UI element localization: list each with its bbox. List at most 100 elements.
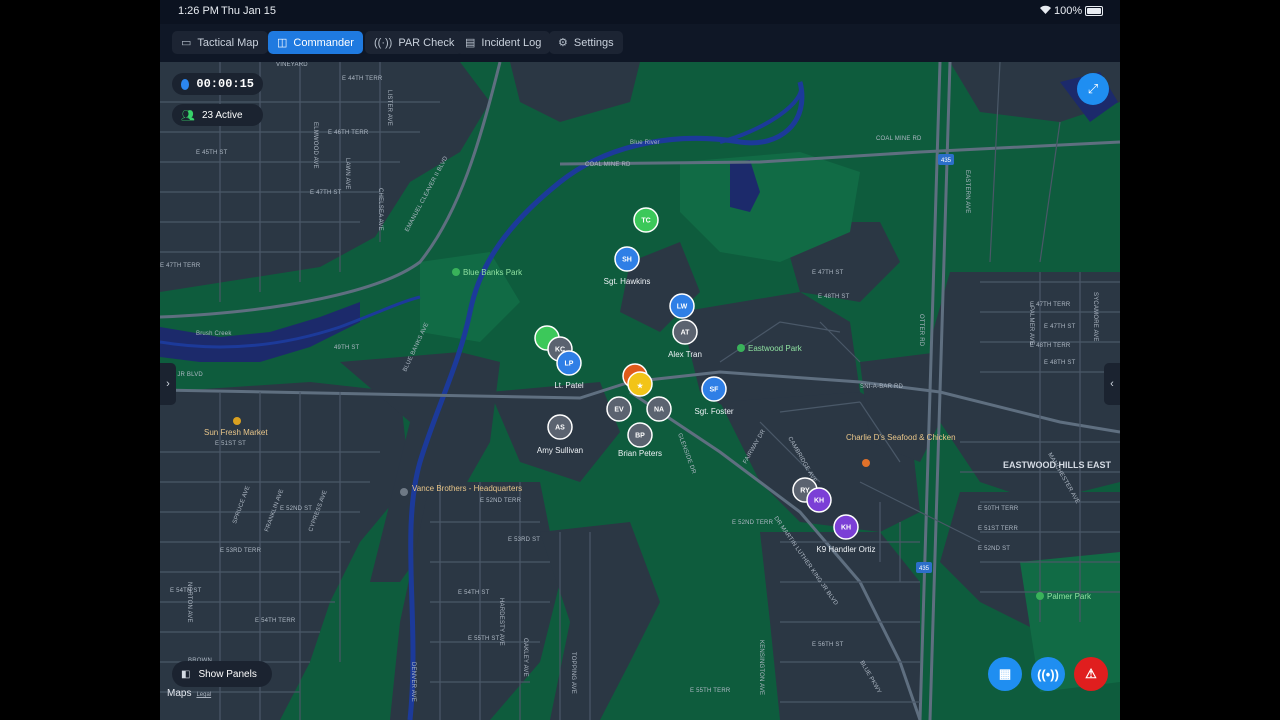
tactical-map[interactable]: 435 435 VINEYARD E 44TH TERR E 45TH ST E…	[160, 62, 1120, 720]
unit-initials: SF	[710, 387, 720, 394]
svg-text:Blue River: Blue River	[630, 140, 660, 146]
alert-triangle-icon: ⚠	[1085, 666, 1097, 681]
qr-code-button[interactable]: ▦	[988, 657, 1022, 691]
svg-text:E 52ND ST: E 52ND ST	[280, 506, 312, 512]
unit-initials: NA	[654, 407, 664, 414]
maps-text: Maps	[167, 688, 192, 699]
unit-initials: KH	[814, 498, 824, 505]
highway-shield: 435	[938, 154, 954, 165]
emergency-alert-button[interactable]: ⚠	[1074, 657, 1108, 691]
svg-text:E 48TH ST: E 48TH ST	[818, 294, 850, 300]
svg-text:E 55TH TERR: E 55TH TERR	[690, 688, 731, 694]
tab-tactical-map[interactable]: ▭ Tactical Map	[172, 31, 268, 54]
svg-text:E 47TH TERR: E 47TH TERR	[1030, 302, 1071, 308]
svg-text:E 50TH TERR: E 50TH TERR	[978, 506, 1019, 512]
elapsed-timer: 00:00:15	[172, 73, 263, 95]
tab-label: PAR Check	[398, 36, 455, 49]
people-icon: 👥︎	[181, 109, 195, 122]
ipad-screen: 1:26 PM Thu Jan 15 100% ▭ Tactical Map ◫…	[160, 0, 1120, 720]
svg-text:VINEYARD: VINEYARD	[276, 62, 308, 68]
wifi-icon	[1040, 5, 1051, 17]
unit-marker[interactable]: NA	[646, 396, 672, 422]
unit-marker[interactable]: TC	[633, 207, 659, 233]
unit-name-label: Brian Peters	[618, 449, 662, 458]
svg-text:E 51ST ST: E 51ST ST	[215, 441, 246, 447]
commander-panel-icon: ◫	[277, 37, 288, 49]
svg-text:LAWN AVE: LAWN AVE	[344, 158, 350, 190]
svg-text:435: 435	[941, 158, 952, 164]
svg-text:E 56TH ST: E 56TH ST	[812, 642, 844, 648]
show-panels-button[interactable]: ◧ Show Panels	[172, 661, 272, 687]
chevron-right-icon: ›	[166, 378, 170, 390]
poi-blue-banks-park[interactable]: Blue Banks Park	[452, 268, 523, 277]
svg-text:HARDESTY AVE: HARDESTY AVE	[498, 598, 504, 646]
svg-text:435: 435	[919, 566, 930, 572]
sidebar-icon: ◧	[181, 668, 191, 680]
tab-label: Tactical Map	[197, 36, 259, 49]
left-panel-handle[interactable]: ›	[160, 363, 176, 405]
svg-text:TOPPING AVE: TOPPING AVE	[570, 652, 576, 694]
maps-attribution: Maps Legal	[167, 688, 211, 699]
svg-text:E 51ST TERR: E 51ST TERR	[978, 526, 1018, 532]
unit-marker[interactable]: KH	[806, 487, 832, 513]
svg-text:Blue Banks Park: Blue Banks Park	[463, 268, 523, 277]
svg-text:Sun Fresh Market: Sun Fresh Market	[204, 428, 268, 437]
unit-initials: AT	[681, 330, 691, 337]
svg-text:E 46TH TERR: E 46TH TERR	[328, 130, 369, 136]
unit-name-label: Alex Tran	[668, 350, 702, 359]
unit-name-label: Lt. Patel	[554, 381, 584, 390]
svg-text:E 52ND TERR: E 52ND TERR	[480, 498, 522, 504]
tab-par-check[interactable]: ((·)) PAR Check	[365, 31, 464, 54]
show-panels-label: Show Panels	[198, 668, 257, 680]
svg-text:Eastwood Park: Eastwood Park	[748, 344, 803, 353]
unit-initials: EV	[614, 407, 624, 414]
svg-text:Palmer Park: Palmer Park	[1047, 592, 1092, 601]
clock-icon	[181, 78, 190, 90]
svg-text:E 45TH ST: E 45TH ST	[196, 150, 228, 156]
chevron-left-icon: ‹	[1110, 378, 1114, 390]
svg-text:ELMWOOD AVE: ELMWOOD AVE	[312, 122, 318, 169]
tab-label: Incident Log	[481, 36, 542, 49]
tab-commander[interactable]: ◫ Commander	[268, 31, 363, 54]
status-bar: 1:26 PM Thu Jan 15 100%	[160, 0, 1120, 24]
timer-value: 00:00:15	[196, 77, 254, 91]
svg-text:COAL MINE RD: COAL MINE RD	[876, 136, 922, 142]
unit-marker[interactable]: ★	[627, 371, 653, 397]
gear-icon: ⚙	[558, 37, 568, 49]
svg-text:E 54TH TERR: E 54TH TERR	[255, 618, 296, 624]
map-canvas[interactable]: 435 435 VINEYARD E 44TH TERR E 45TH ST E…	[160, 62, 1120, 720]
unit-marker[interactable]: LW	[669, 293, 695, 319]
unit-name-label: K9 Handler Ortiz	[816, 545, 875, 554]
svg-text:E 47TH ST: E 47TH ST	[812, 270, 844, 276]
right-panel-handle[interactable]: ‹	[1104, 363, 1120, 405]
unit-name-label: Amy Sullivan	[537, 446, 583, 455]
unit-marker[interactable]: EV	[606, 396, 632, 422]
svg-text:E 54TH ST: E 54TH ST	[458, 590, 490, 596]
svg-text:SNI-A-BAR RD: SNI-A-BAR RD	[860, 384, 904, 390]
svg-text:Brush Creek: Brush Creek	[196, 331, 232, 337]
battery-icon	[1085, 6, 1103, 16]
svg-text:EASTERN AVE: EASTERN AVE	[964, 170, 970, 213]
svg-text:E 52ND ST: E 52ND ST	[978, 546, 1010, 552]
svg-text:OTTER RD: OTTER RD	[918, 314, 924, 347]
active-count-badge: 👥︎ 23 Active	[172, 104, 263, 126]
svg-text:E 53RD TERR: E 53RD TERR	[220, 548, 262, 554]
radio-waves-icon: ((·))	[374, 36, 393, 49]
tab-incident-log[interactable]: ▤ Incident Log	[456, 31, 551, 54]
svg-text:SYCAMORE AVE: SYCAMORE AVE	[1092, 292, 1098, 342]
radio-broadcast-button[interactable]: ((•))	[1031, 657, 1065, 691]
legal-link[interactable]: Legal	[196, 692, 211, 698]
battery-percentage: 100%	[1054, 5, 1083, 17]
svg-text:NORTON AVE: NORTON AVE	[186, 582, 192, 623]
svg-text:KENSINGTON AVE: KENSINGTON AVE	[758, 640, 764, 695]
active-count: 23 Active	[201, 109, 243, 121]
svg-text:OAKLEY AVE: OAKLEY AVE	[522, 638, 528, 677]
unit-initials: SH	[622, 257, 632, 264]
unit-initials: BP	[635, 433, 645, 440]
tab-label: Settings	[573, 36, 614, 49]
top-navigation: ▭ Tactical Map ◫ Commander ((·)) PAR Che…	[160, 24, 1120, 62]
tab-settings[interactable]: ⚙ Settings	[549, 31, 623, 54]
fullscreen-button[interactable]: ⤢	[1077, 73, 1109, 105]
map-icon: ▭	[181, 37, 192, 49]
unit-name-label: Sgt. Foster	[694, 407, 733, 416]
